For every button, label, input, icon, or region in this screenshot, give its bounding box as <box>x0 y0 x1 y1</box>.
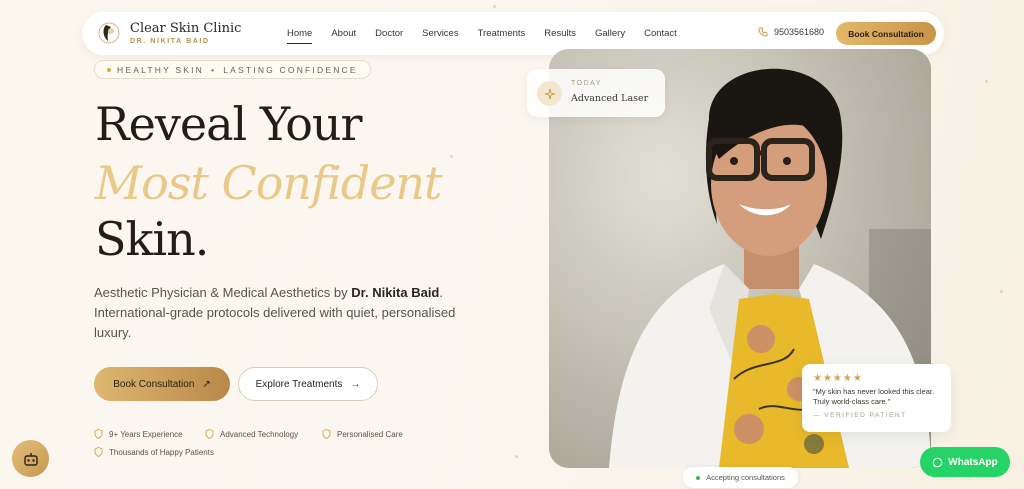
tagline-separator: • <box>211 64 217 75</box>
shield-icon <box>94 429 103 439</box>
shield-icon <box>94 447 103 457</box>
brand-name: Clear Skin Clinic <box>130 20 242 36</box>
status-dot-icon <box>696 475 701 480</box>
feature-label: Advanced Technology <box>220 429 299 439</box>
status-badge: Accepting consultations <box>683 467 798 488</box>
hero-title-line2: Most Confident <box>95 156 443 210</box>
whatsapp-button[interactable]: WhatsApp <box>920 447 1010 477</box>
hero-description: Aesthetic Physician & Medical Aesthetics… <box>94 283 474 343</box>
cta-secondary-label: Explore Treatments <box>255 378 343 390</box>
phone-link[interactable]: 9503561680 <box>758 27 824 37</box>
face-logo-icon <box>98 22 120 44</box>
phone-icon <box>758 27 768 37</box>
sparkle-icon <box>537 81 562 106</box>
hero-tagline: HEALTHY SKIN • LASTING CONFIDENCE <box>94 60 371 79</box>
explore-treatments-button[interactable]: Explore Treatments → <box>238 367 378 401</box>
feature-item: Advanced Technology <box>205 429 298 439</box>
doctor-name: Dr. Nikita Baid <box>351 285 440 300</box>
today-card: TODAY Advanced Laser <box>527 69 665 117</box>
nav-home[interactable]: Home <box>287 24 313 44</box>
feature-item: Thousands of Happy Patients <box>94 447 214 457</box>
feature-item: Personalised Care <box>322 429 403 439</box>
feature-label: Personalised Care <box>337 429 403 439</box>
review-text: "My skin has never looked this clear. Tr… <box>813 387 935 406</box>
shield-icon <box>322 429 331 439</box>
today-label: TODAY <box>571 80 602 87</box>
tagline-right: LASTING CONFIDENCE <box>223 64 358 75</box>
nav-about[interactable]: About <box>331 24 356 43</box>
phone-number: 9503561680 <box>774 27 825 37</box>
nav-doctor[interactable]: Doctor <box>375 24 403 43</box>
decor-dot <box>515 455 518 458</box>
brand-subtitle: DR. NIKITA BAID <box>130 37 210 45</box>
cta-primary-label: Book Consultation <box>113 378 195 390</box>
whatsapp-icon <box>932 457 943 467</box>
status-text: Accepting consultations <box>706 473 785 482</box>
hero-title-line3: Skin. <box>95 212 209 266</box>
decor-dot <box>450 155 453 158</box>
arrow-up-right-icon: ↗ <box>202 378 211 390</box>
clinic-logo[interactable]: Clear Skin Clinic DR. NIKITA BAID <box>98 20 241 46</box>
hero-title-line1: Reveal Your <box>95 97 363 151</box>
chatbot-button[interactable] <box>12 440 49 477</box>
decor-dot <box>493 5 496 8</box>
nav-results[interactable]: Results <box>544 24 576 43</box>
feature-item: 9+ Years Experience <box>94 429 183 439</box>
tagline-dot-icon <box>107 67 111 72</box>
arrow-right-icon: → <box>350 378 361 390</box>
book-consultation-button[interactable]: Book Consultation ↗ <box>94 367 230 401</box>
feature-label: Thousands of Happy Patients <box>109 447 214 457</box>
review-author: — VERIFIED PATIENT <box>813 412 907 419</box>
nav-gallery[interactable]: Gallery <box>595 24 625 43</box>
desc-text: Aesthetic Physician & Medical Aesthetics… <box>94 285 352 300</box>
whatsapp-label: WhatsApp <box>948 456 998 468</box>
shield-icon <box>205 429 214 439</box>
feature-label: 9+ Years Experience <box>109 429 183 439</box>
decor-dot <box>1000 290 1003 293</box>
nav-treatments[interactable]: Treatments <box>478 24 526 43</box>
decor-dot <box>985 80 988 83</box>
nav-services[interactable]: Services <box>422 24 458 43</box>
today-value: Advanced Laser <box>571 93 649 104</box>
review-card: ★★★★★ "My skin has never looked this cle… <box>802 364 951 432</box>
book-consultation-nav-button[interactable]: Book Consultation <box>836 22 936 45</box>
tagline-left: HEALTHY SKIN <box>117 64 205 75</box>
nav-contact[interactable]: Contact <box>644 24 677 43</box>
robot-icon <box>23 452 38 466</box>
rating-stars-icon: ★★★★★ <box>813 373 863 384</box>
